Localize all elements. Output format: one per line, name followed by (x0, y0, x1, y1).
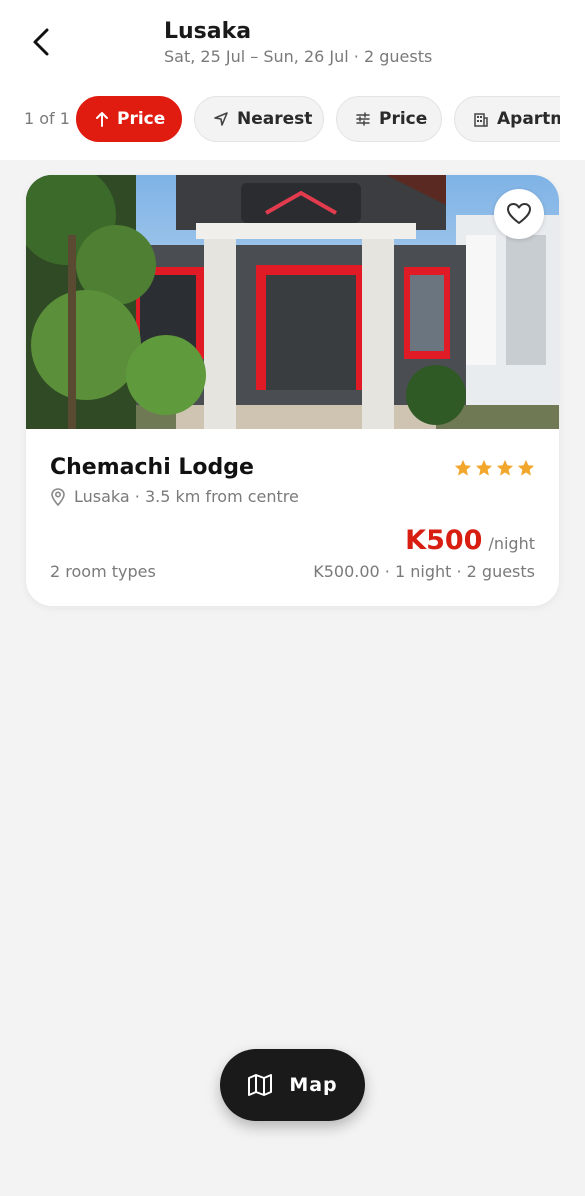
price-detail: K500.00 · 1 night · 2 guests (313, 562, 535, 581)
building-icon (474, 113, 488, 127)
search-summary[interactable]: Sat, 25 Jul – Sun, 26 Jul · 2 guests (164, 47, 432, 66)
map-button[interactable]: Map (220, 1049, 365, 1121)
price-filter-chip[interactable]: Price (336, 96, 442, 142)
listing-location: Lusaka · 3.5 km from centre (50, 487, 299, 506)
star-icon (517, 459, 535, 476)
location-pin-icon (51, 487, 65, 506)
listing-card[interactable]: Chemachi Lodge Lusaka · 3.5 km from cent… (26, 175, 559, 606)
navigation-icon (214, 112, 228, 126)
arrow-up-icon (96, 112, 108, 127)
map-icon (248, 1074, 273, 1096)
room-types-count: 2 room types (50, 562, 156, 581)
listing-name: Chemachi Lodge (50, 455, 254, 480)
chevron-left-icon (33, 28, 49, 56)
filter-chips: Price Nearest Price Apartm (76, 96, 560, 144)
sliders-icon (356, 112, 370, 126)
map-button-label: Map (289, 1074, 338, 1096)
sort-price-chip[interactable]: Price (76, 96, 182, 142)
heart-icon (507, 203, 531, 224)
chip-label: Price (117, 109, 166, 129)
favorite-button[interactable] (494, 189, 544, 239)
chip-label: Price (379, 109, 428, 129)
back-button[interactable] (22, 22, 62, 62)
chip-label: Nearest (237, 109, 313, 129)
per-night-label: /night (488, 534, 535, 553)
property-type-chip[interactable]: Apartm (454, 96, 560, 142)
star-icon (475, 459, 493, 476)
listing-photo (26, 175, 559, 429)
star-rating (454, 459, 535, 477)
star-icon (496, 459, 514, 476)
sort-nearest-chip[interactable]: Nearest (194, 96, 324, 142)
result-count: 1 of 1 (24, 109, 70, 128)
nightly-price: K500 (405, 525, 483, 556)
star-icon (454, 459, 472, 476)
page-title: Lusaka (164, 19, 252, 44)
price-row: K500 /night (405, 525, 535, 556)
top-bar: Lusaka Sat, 25 Jul – Sun, 26 Jul · 2 gue… (0, 0, 585, 160)
chip-label: Apartm (497, 109, 560, 129)
location-text: Lusaka · 3.5 km from centre (74, 487, 299, 506)
